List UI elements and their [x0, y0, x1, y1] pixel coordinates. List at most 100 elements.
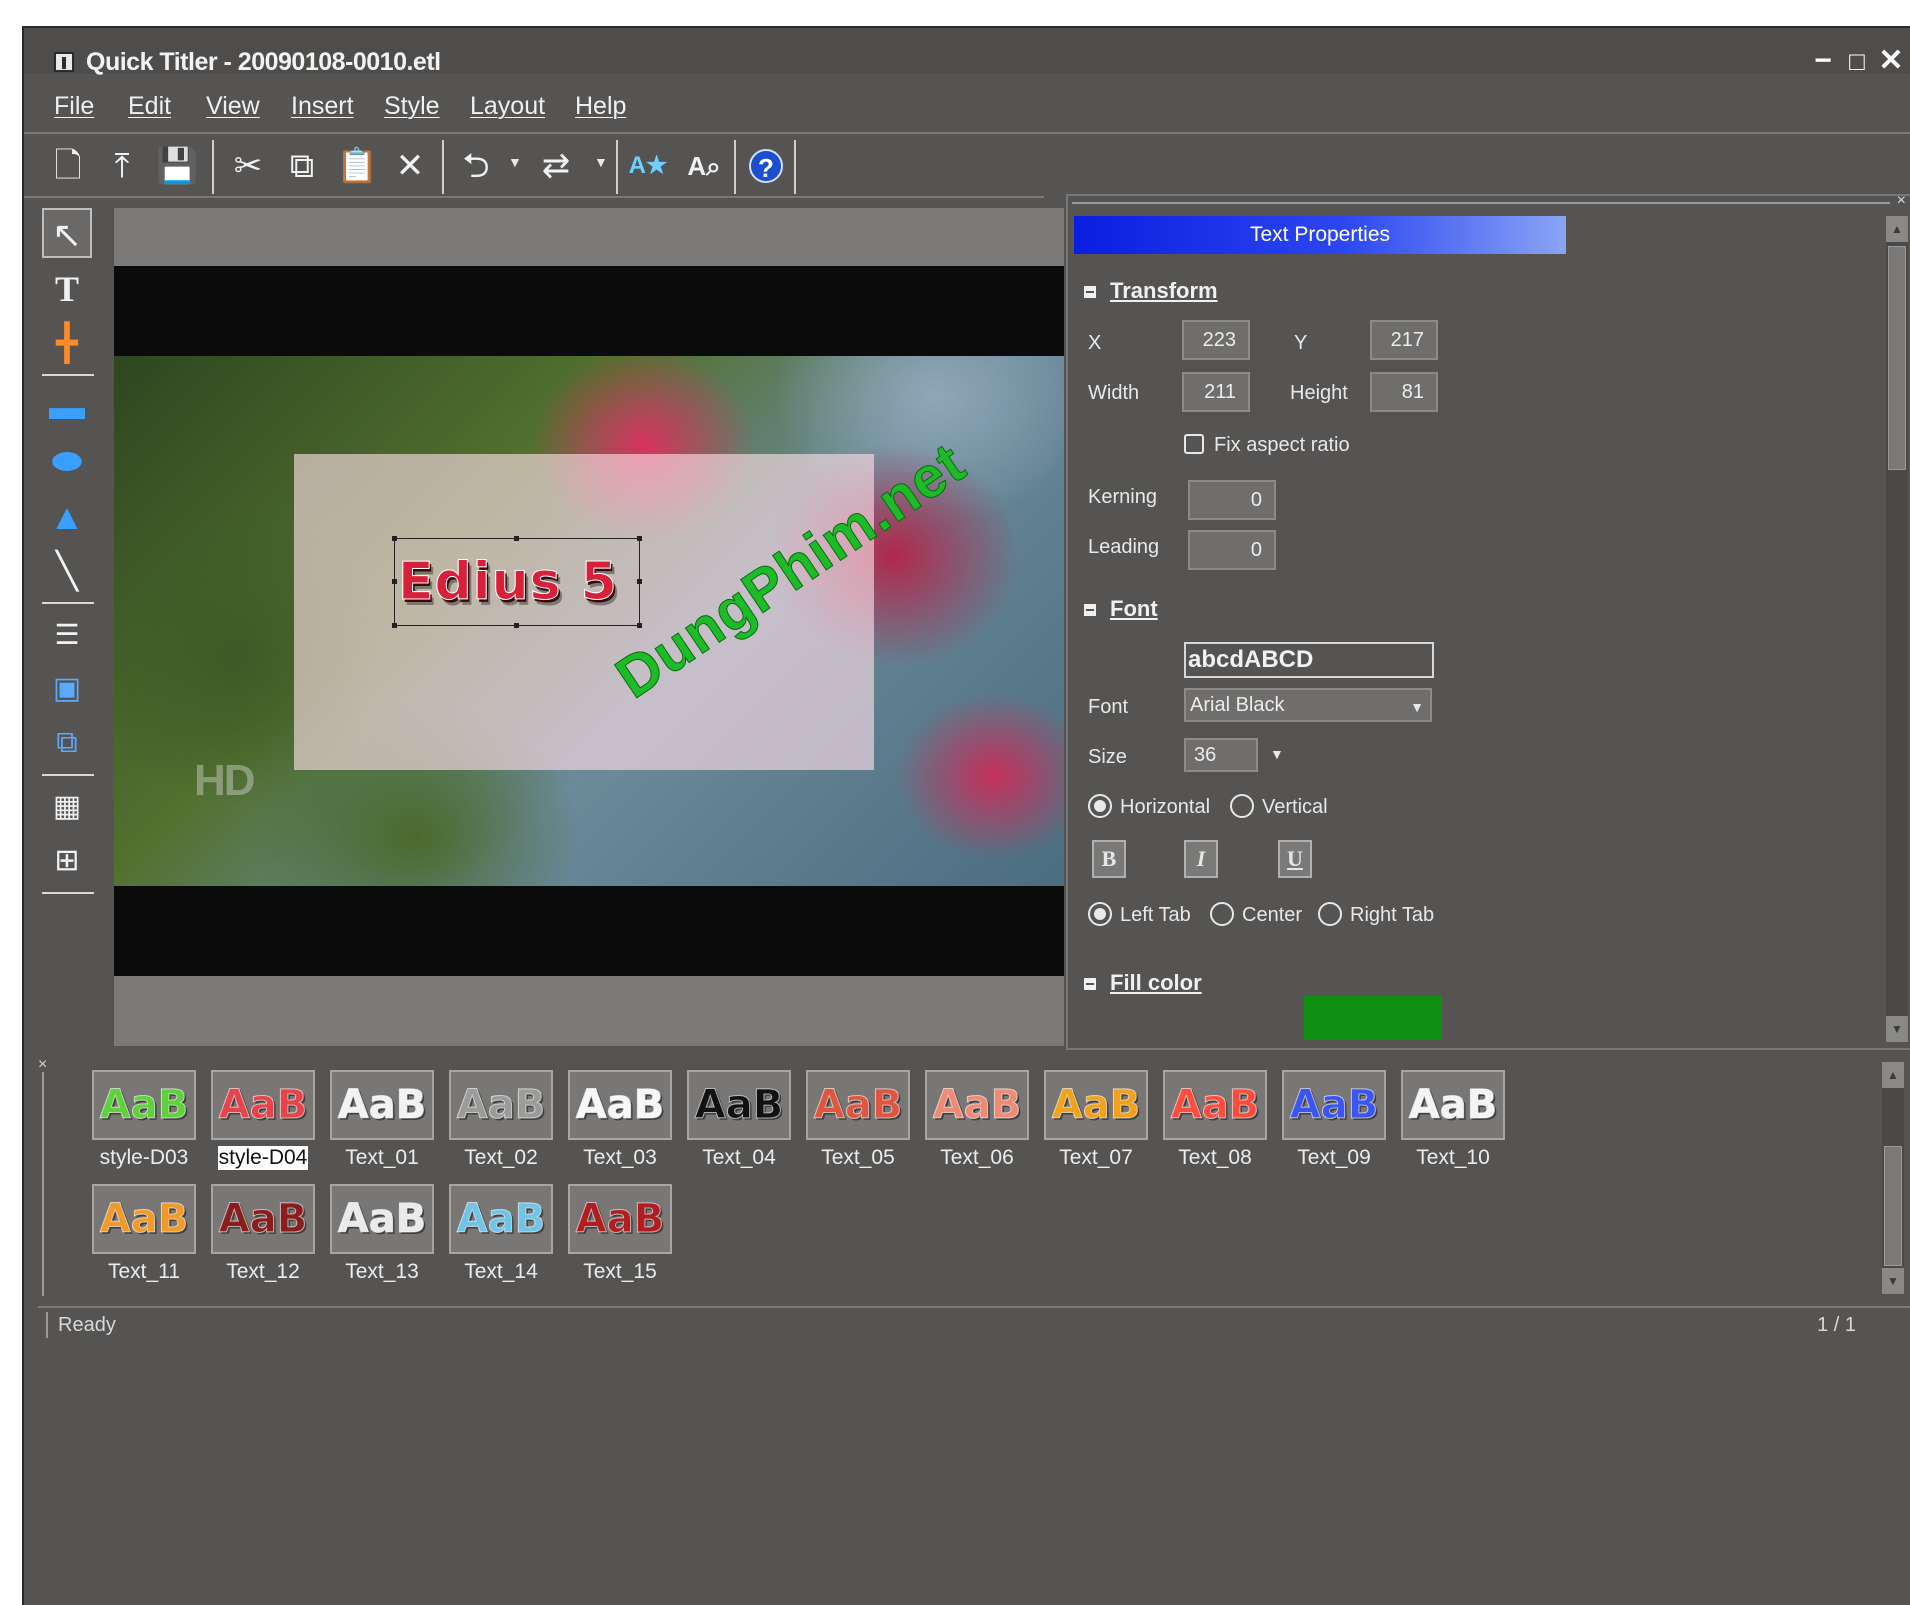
style-preset[interactable]: AaB Text_11 — [92, 1184, 198, 1294]
scroll-up-icon[interactable]: ▲ — [1886, 216, 1908, 242]
maximize-button[interactable]: □ — [1840, 44, 1874, 78]
help-button[interactable]: ? — [746, 146, 786, 186]
resize-handle[interactable] — [637, 623, 642, 628]
kerning-field[interactable]: 0 — [1188, 480, 1276, 520]
redo-dropdown-icon[interactable]: ▼ — [594, 154, 608, 170]
style-preset[interactable]: AaB Text_04 — [687, 1070, 793, 1180]
style-thumbnail[interactable]: AaB — [925, 1070, 1029, 1140]
close-button[interactable]: ✕ — [1874, 44, 1908, 78]
new-icon[interactable]: 🗋 — [48, 146, 88, 186]
italic-button[interactable]: I — [1184, 840, 1218, 878]
scroll-up-icon[interactable]: ▲ — [1882, 1062, 1904, 1088]
title-text-object[interactable]: Edius 5 — [398, 552, 618, 613]
style-preset[interactable]: AaB Text_01 — [330, 1070, 436, 1180]
resize-handle[interactable] — [392, 536, 397, 541]
triangle-tool-icon[interactable]: ▲ — [42, 492, 92, 542]
style-preset[interactable]: AaB Text_12 — [211, 1184, 317, 1294]
style-icon[interactable]: A★ — [628, 146, 668, 186]
style-thumbnail[interactable]: AaB — [568, 1070, 672, 1140]
style-preset[interactable]: AaB Text_13 — [330, 1184, 436, 1294]
style-preset[interactable]: AaB Text_05 — [806, 1070, 912, 1180]
style-thumbnail[interactable]: AaB — [1282, 1070, 1386, 1140]
align-tool-icon[interactable]: ☰ — [42, 610, 92, 660]
style-thumbnail[interactable]: AaB — [1044, 1070, 1148, 1140]
menu-edit[interactable]: Edit — [128, 92, 171, 121]
style-thumbnail[interactable]: AaB — [449, 1070, 553, 1140]
fix-aspect-checkbox[interactable] — [1184, 434, 1204, 454]
menu-view[interactable]: View — [206, 92, 260, 121]
font-select[interactable]: Arial Black ▼ — [1184, 688, 1432, 722]
panel-close-icon[interactable]: × — [1897, 192, 1906, 210]
rectangle-tool-icon[interactable]: ▬ — [42, 382, 92, 432]
scroll-down-icon[interactable]: ▼ — [1886, 1016, 1908, 1042]
style-thumbnail[interactable]: AaB — [92, 1070, 196, 1140]
paste-icon[interactable]: 📋 — [336, 146, 378, 186]
copy-icon[interactable]: ⧉ — [282, 146, 322, 186]
style-preset[interactable]: AaB Text_02 — [449, 1070, 555, 1180]
center-tool-icon[interactable]: ▣ — [42, 664, 92, 714]
open-icon[interactable]: ⤒ — [102, 146, 142, 186]
height-field[interactable]: 81 — [1370, 372, 1438, 412]
gallery-scrollbar[interactable]: ▲ ▼ — [1882, 1062, 1904, 1294]
y-field[interactable]: 217 — [1370, 320, 1438, 360]
style-thumbnail[interactable]: AaB — [211, 1070, 315, 1140]
style-thumbnail[interactable]: AaB — [1401, 1070, 1505, 1140]
center-radio[interactable] — [1210, 902, 1234, 926]
select-tool-icon[interactable]: ↖ — [42, 208, 92, 258]
style-preset[interactable]: AaB Text_03 — [568, 1070, 674, 1180]
image-tool-icon[interactable]: ╋ — [42, 318, 92, 368]
scroll-thumb[interactable] — [1884, 1146, 1902, 1266]
style-thumbnail[interactable]: AaB — [330, 1184, 434, 1254]
delete-icon[interactable]: ✕ — [390, 146, 430, 186]
properties-scrollbar[interactable]: ▲ ▼ — [1886, 216, 1908, 1042]
style-thumbnail[interactable]: AaB — [1163, 1070, 1267, 1140]
horizontal-radio[interactable] — [1088, 794, 1112, 818]
menu-style[interactable]: Style — [384, 92, 440, 121]
style-preset[interactable]: AaB Text_10 — [1401, 1070, 1507, 1180]
cut-icon[interactable]: ✂ — [228, 146, 268, 186]
redo-icon[interactable]: ⇄ — [536, 146, 576, 186]
style-preset[interactable]: AaB style-D03 — [92, 1070, 198, 1180]
resize-handle[interactable] — [637, 536, 642, 541]
bold-button[interactable]: B — [1092, 840, 1126, 878]
menu-file[interactable]: File — [54, 92, 94, 121]
style-thumbnail[interactable]: AaB — [92, 1184, 196, 1254]
style-thumbnail[interactable]: AaB — [330, 1070, 434, 1140]
transform-section[interactable]: Transform — [1084, 278, 1218, 304]
scroll-down-icon[interactable]: ▼ — [1882, 1268, 1904, 1294]
menu-layout[interactable]: Layout — [470, 92, 545, 121]
ellipse-tool-icon[interactable]: ⬬ — [42, 436, 92, 486]
save-icon[interactable]: 💾 — [156, 146, 198, 186]
width-field[interactable]: 211 — [1182, 372, 1250, 412]
style-preset[interactable]: AaB Text_08 — [1163, 1070, 1269, 1180]
style-thumbnail[interactable]: AaB — [568, 1184, 672, 1254]
fill-color-section[interactable]: Fill color — [1084, 970, 1202, 996]
arrange-tool-icon[interactable]: ⧉ — [42, 718, 92, 768]
style-preset[interactable]: AaB style-D04 — [211, 1070, 317, 1180]
undo-dropdown-icon[interactable]: ▼ — [508, 154, 522, 170]
size-dropdown-icon[interactable]: ▼ — [1270, 746, 1284, 762]
undo-icon[interactable]: ⮌ — [456, 146, 496, 186]
x-field[interactable]: 223 — [1182, 320, 1250, 360]
grid-tool-icon[interactable]: ▦ — [42, 782, 92, 832]
menu-help[interactable]: Help — [575, 92, 626, 121]
scroll-thumb[interactable] — [1888, 246, 1906, 470]
style-thumbnail[interactable]: AaB — [687, 1070, 791, 1140]
fill-color-swatch[interactable] — [1304, 996, 1442, 1040]
text-tool-icon[interactable]: T — [42, 264, 92, 314]
title-canvas[interactable]: HD Edius 5 DungPhim.net — [114, 208, 1064, 1046]
style-thumbnail[interactable]: AaB — [211, 1184, 315, 1254]
style-preset[interactable]: AaB Text_06 — [925, 1070, 1031, 1180]
style-preset[interactable]: AaB Text_15 — [568, 1184, 674, 1294]
vertical-radio[interactable] — [1230, 794, 1254, 818]
minimize-button[interactable]: − — [1806, 44, 1840, 78]
font-preview-icon[interactable]: A⌕ — [684, 146, 724, 186]
right-tab-radio[interactable] — [1318, 902, 1342, 926]
underline-button[interactable]: U — [1278, 840, 1312, 878]
resize-handle[interactable] — [392, 579, 397, 584]
safe-area-tool-icon[interactable]: ⊞ — [42, 836, 92, 886]
line-tool-icon[interactable]: ╲ — [42, 546, 92, 596]
font-section[interactable]: Font — [1084, 596, 1158, 622]
size-field[interactable]: 36 — [1184, 738, 1258, 772]
style-thumbnail[interactable]: AaB — [449, 1184, 553, 1254]
